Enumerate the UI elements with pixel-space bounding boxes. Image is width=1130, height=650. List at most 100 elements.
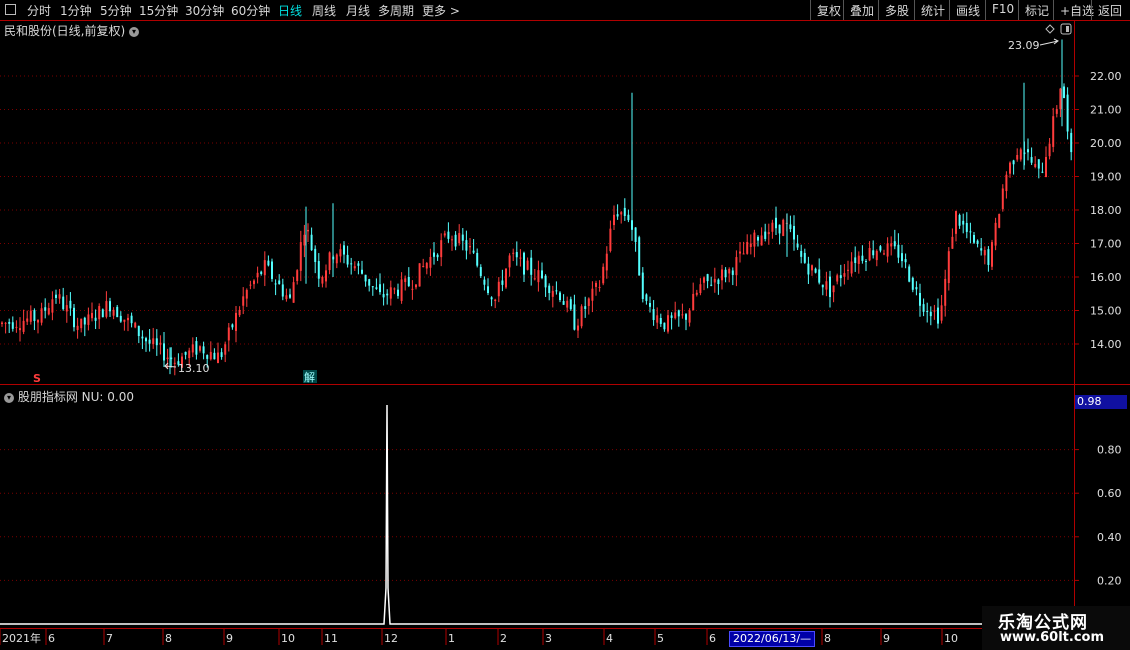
candle-body [677,310,680,317]
candle-body [829,276,831,298]
candle-body [253,280,255,285]
candle-body [839,275,842,279]
price-tick-label: 18.00 [1090,204,1122,217]
time-label: 3 [545,632,552,645]
candle-body [4,322,7,324]
candle-body [317,261,320,279]
chevron-down-icon[interactable]: ▾ [4,392,14,403]
candle-body [1019,149,1022,160]
indicator-title: ▾ 股朋指标网 NU: 0.00 [4,388,134,405]
candle-body [836,275,839,282]
time-label: 10 [281,632,295,645]
price-tick-label: 16.00 [1090,271,1122,284]
candle-body [811,265,813,271]
candle-body [217,352,219,363]
candle-body [314,248,317,263]
candle-body [573,304,576,330]
candle-body [44,307,47,311]
candle-body [965,222,968,232]
candle-body [569,299,572,310]
candle-body [451,239,453,241]
candle-body [321,276,324,284]
candle-body [627,214,630,221]
candle-body [281,284,284,297]
candle-body [731,270,734,275]
chart-canvas: 22.00 21.00 20.00 19.00 18.00 17.00 16.00 15.00… [0,20,1130,645]
candle-body [429,257,432,268]
candle-body [991,242,993,267]
candle-body [526,260,529,270]
candle-body [346,254,349,265]
candle-body [191,344,194,353]
candle-body [299,242,302,271]
indicator-tick-label: 0.40 [1097,531,1122,544]
candle-body [983,250,986,256]
candle-body [807,263,810,275]
candle-body [901,253,903,262]
candle-body [238,309,241,316]
price-tick-label: 14.00 [1090,338,1122,351]
candle-body [404,278,407,283]
candle-body [688,310,691,323]
high-price-label: 23.09 [1008,39,1040,52]
candle-body [595,282,597,287]
candle-body [307,229,309,232]
price-axis: 22.00 21.00 20.00 19.00 18.00 17.00 16.00 15.00… [1074,70,1122,351]
candle-body [397,289,399,296]
signal-s-marker: S [33,372,41,385]
candle-body [155,338,158,346]
candle-body [717,279,720,285]
high-arrow-icon [1039,38,1059,46]
candle-body [94,317,97,321]
candle-body [911,277,914,290]
candle-body [260,271,263,274]
candle-body [407,276,410,286]
candle-body [389,287,392,299]
candle-body [184,351,187,355]
candle-body [955,211,957,234]
candle-body [483,279,486,285]
indicator-title-text: 股朋指标网 NU: 0.00 [17,390,134,404]
candle-body [821,284,824,288]
candle-body [904,259,907,263]
candle-body [8,321,11,324]
candle-body [735,257,738,276]
candle-body [65,305,68,312]
candle-body [440,240,443,258]
candle-body [602,266,605,284]
candle-body [227,327,230,341]
candle-body [1052,116,1055,147]
candle-body [861,255,864,261]
candle-body [541,270,543,279]
candle-body [760,235,763,246]
candle-body [623,207,626,216]
candle-body [130,315,133,324]
candle-body [37,320,39,323]
candle-body [865,261,867,263]
candle-body [127,317,129,321]
candle-body [393,288,396,290]
price-tick-label: 22.00 [1090,70,1122,83]
candle-body [101,309,104,318]
candle-body [443,233,446,236]
candle-body [119,315,122,322]
candle-body [303,234,306,246]
candle-body [213,352,216,360]
candle-body [667,315,669,332]
candle-body [890,243,893,247]
candle-body [1045,157,1047,178]
candle-body [497,281,500,297]
candle-body [980,248,983,251]
candle-body [487,286,489,294]
diamond-icon[interactable] [1045,24,1055,34]
candle-body [501,280,504,285]
candle-body [134,322,137,328]
candle-body [584,306,587,309]
candle-body [897,244,900,258]
candle-body [411,288,414,290]
candle-body [537,270,540,283]
candle-body [73,307,75,328]
candle-body [29,310,32,322]
candle-body [382,294,385,298]
candle-body [796,243,799,248]
